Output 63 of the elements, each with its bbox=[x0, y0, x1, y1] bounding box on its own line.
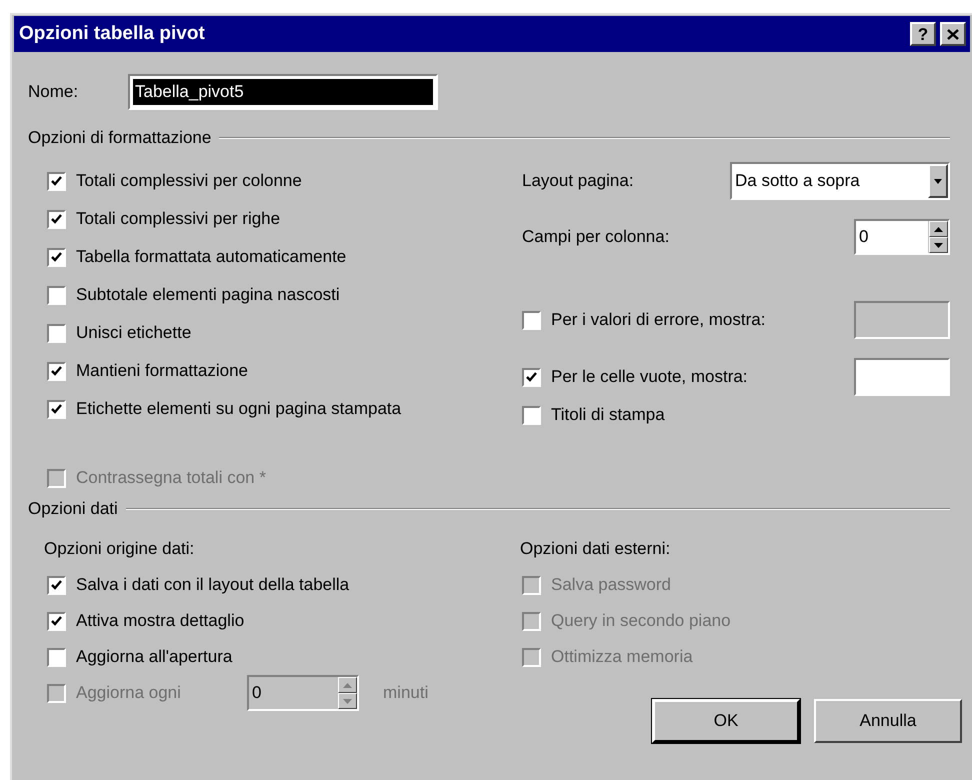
checkmark-icon bbox=[51, 214, 62, 224]
checkbox-label: Aggiorna all'apertura bbox=[76, 646, 232, 668]
checkbox[interactable] bbox=[47, 612, 66, 630]
checkbox[interactable] bbox=[522, 310, 541, 330]
checkmark-icon bbox=[51, 616, 62, 626]
checkbox-label: Subtotale elementi pagina nascosti bbox=[76, 284, 340, 306]
checkbox[interactable] bbox=[522, 406, 541, 424]
checkbox-label: Mantieni formattazione bbox=[76, 360, 248, 382]
checkbox[interactable] bbox=[47, 400, 66, 418]
checkmark-icon bbox=[51, 404, 62, 414]
layout-label: Layout pagina: bbox=[522, 170, 635, 192]
section-title: Opzioni dati bbox=[28, 498, 118, 520]
name-field[interactable]: Tabella_pivot5 bbox=[128, 74, 438, 110]
value-field[interactable] bbox=[854, 358, 950, 396]
checkbox[interactable] bbox=[47, 362, 66, 380]
section-title: Opzioni di formattazione bbox=[28, 127, 212, 150]
close-button[interactable] bbox=[940, 22, 966, 46]
minutes-value: 0 bbox=[251, 682, 262, 704]
checkbox-label: Salva i dati con il layout della tabella bbox=[76, 574, 350, 596]
checkmark-icon bbox=[51, 366, 62, 376]
checkbox[interactable] bbox=[47, 648, 66, 666]
checkmark-icon bbox=[526, 372, 537, 382]
checkbox-label: Per i valori di errore, mostra: bbox=[551, 309, 766, 332]
checkbox-label: Totali complessivi per colonne bbox=[76, 170, 302, 192]
dialog-button[interactable]: OK bbox=[652, 699, 800, 743]
checkmark-icon bbox=[51, 176, 62, 186]
minutes-unit: minuti bbox=[383, 682, 428, 704]
checkbox[interactable] bbox=[47, 172, 66, 190]
name-value: Tabella_pivot5 bbox=[133, 79, 433, 105]
spinner-arrows-icon[interactable] bbox=[928, 221, 948, 253]
checkbox[interactable] bbox=[522, 368, 541, 386]
checkbox-label: Totali complessivi per righe bbox=[76, 208, 280, 230]
layout-dropdown[interactable]: Da sotto a sopra bbox=[730, 162, 950, 200]
checkbox[interactable] bbox=[47, 210, 66, 228]
window-title: Opzioni tabella pivot bbox=[19, 22, 206, 46]
checkmark-icon bbox=[51, 252, 62, 262]
checkbox-label: Titoli di stampa bbox=[551, 404, 665, 426]
dialog-button[interactable]: Annulla bbox=[814, 699, 962, 743]
fields-label: Campi per colonna: bbox=[522, 226, 670, 248]
spinner-arrows-icon[interactable] bbox=[337, 677, 357, 709]
checkbox[interactable] bbox=[47, 324, 66, 342]
group-title: Opzioni origine dati: bbox=[44, 538, 194, 560]
checkmark-icon bbox=[51, 580, 62, 590]
checkbox-label: Aggiorna ogni bbox=[76, 682, 181, 704]
checkbox[interactable] bbox=[47, 576, 66, 594]
checkbox-label: Unisci etichette bbox=[76, 322, 192, 344]
help-button[interactable]: ? bbox=[910, 22, 936, 46]
checkbox-label: Salva password bbox=[551, 574, 672, 596]
close-icon bbox=[947, 28, 959, 40]
checkbox-label: Per le celle vuote, mostra: bbox=[551, 366, 748, 388]
name-label: Nome: bbox=[28, 81, 80, 104]
checkbox-label: Query in secondo piano bbox=[551, 610, 731, 632]
checkbox[interactable] bbox=[47, 286, 66, 304]
checkbox-label: Contrassegna totali con * bbox=[76, 467, 266, 490]
checkbox-label: Tabella formattata automaticamente bbox=[76, 246, 346, 268]
group-title: Opzioni dati esterni: bbox=[520, 538, 670, 560]
fields-value: 0 bbox=[858, 226, 870, 248]
checkbox[interactable] bbox=[47, 248, 66, 266]
layout-value: Da sotto a sopra bbox=[734, 170, 861, 192]
fields-spin-field[interactable]: 0 bbox=[854, 219, 950, 255]
checkbox-label: Attiva mostra dettaglio bbox=[76, 610, 244, 632]
checkbox-label: Etichette elementi su ogni pagina stampata bbox=[76, 398, 402, 420]
checkbox-label: Ottimizza memoria bbox=[551, 646, 693, 668]
